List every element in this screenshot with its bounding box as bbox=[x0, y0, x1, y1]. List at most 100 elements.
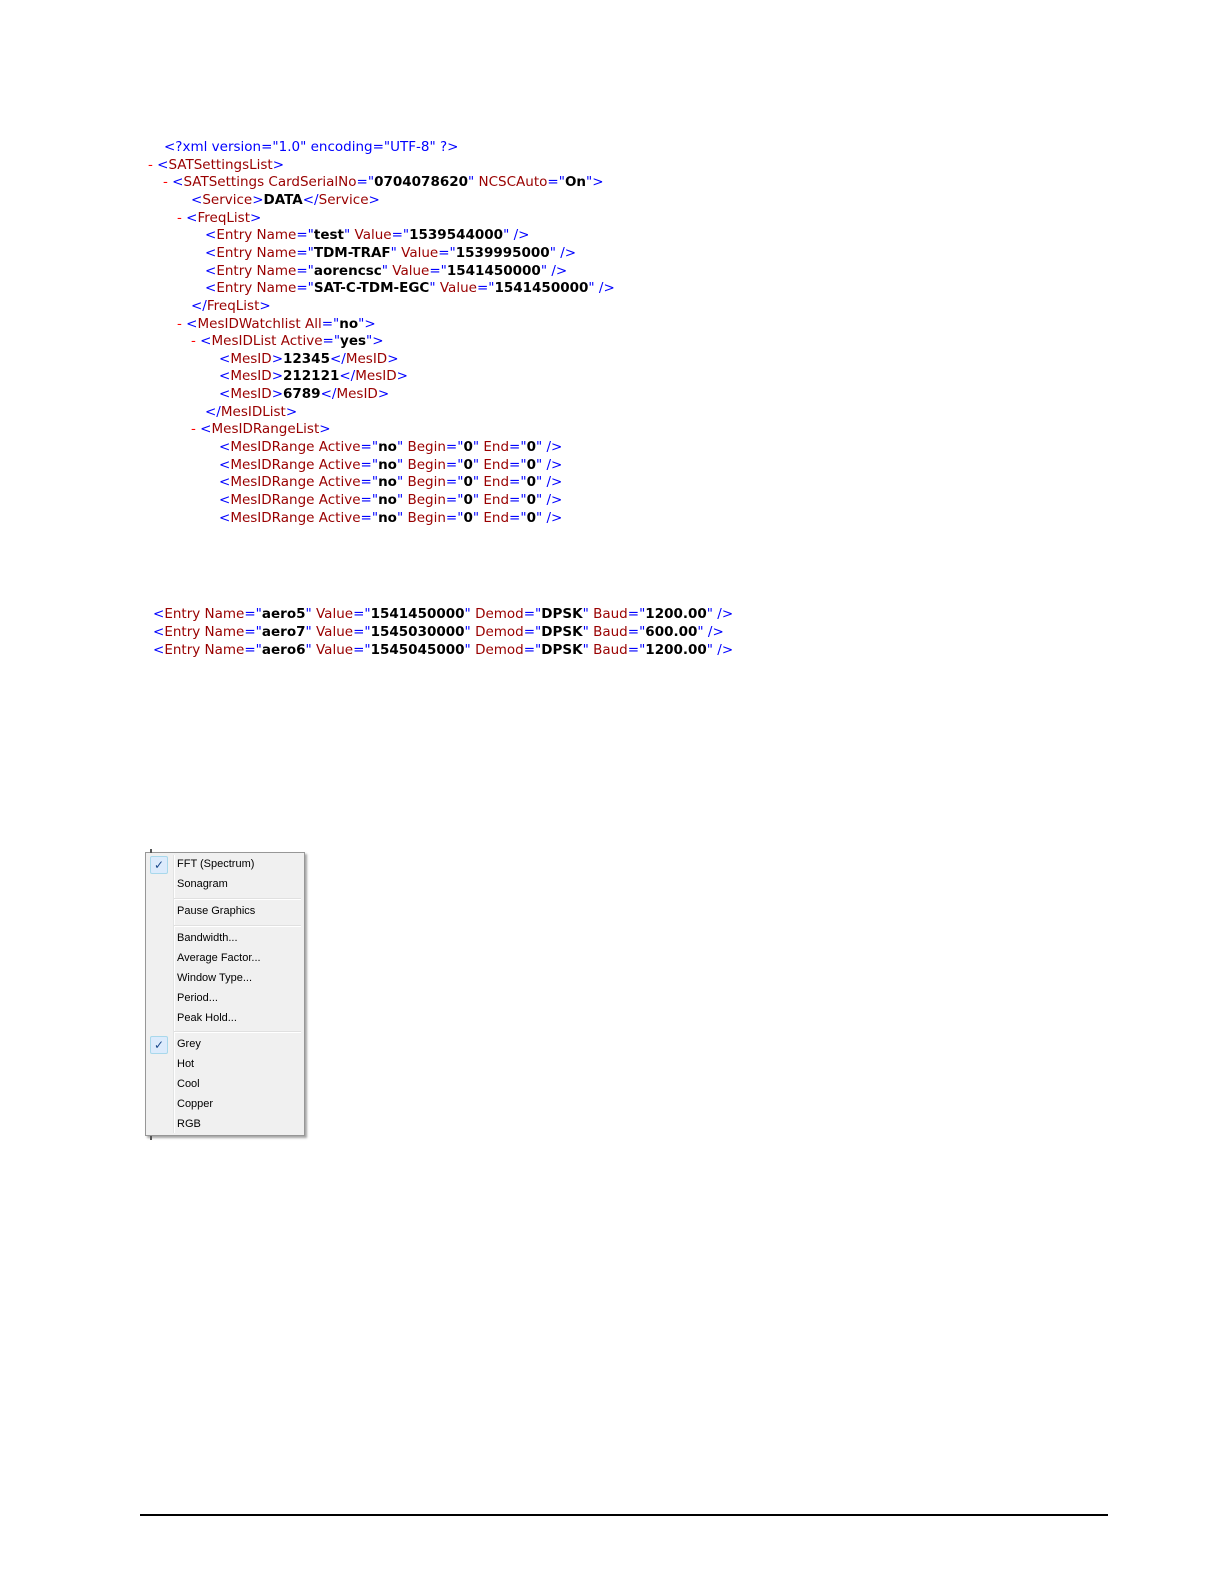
menu-item-average-factor[interactable]: Average Factor... bbox=[148, 949, 302, 969]
menu-item-sonagram[interactable]: Sonagram bbox=[148, 875, 302, 895]
xml-token: =" bbox=[445, 439, 464, 456]
xml-token: =" bbox=[244, 606, 262, 622]
xml-token: Name bbox=[204, 606, 245, 622]
menu-item-copper[interactable]: Copper bbox=[148, 1095, 302, 1115]
xml-token: Entry bbox=[216, 227, 257, 244]
xml-token: 0 bbox=[463, 439, 473, 456]
xml-token: no bbox=[378, 509, 397, 526]
xml-token: =" bbox=[445, 456, 464, 473]
xml-token: < bbox=[172, 174, 184, 191]
xml-token: MesID bbox=[355, 368, 397, 385]
xml-token: < bbox=[200, 421, 212, 438]
xml-token: Begin bbox=[407, 492, 446, 508]
menu-item-grey[interactable]: ✓ Grey bbox=[148, 1035, 302, 1055]
xml-token: MesIDRangeList bbox=[211, 421, 320, 438]
xml-token: Name bbox=[204, 642, 245, 658]
xml-token: Begin bbox=[407, 509, 446, 526]
xml-token: 0 bbox=[526, 474, 536, 491]
xml-token: 212121 bbox=[283, 368, 340, 385]
xml-token: =" bbox=[523, 642, 542, 658]
menu-item-fft-spectrum[interactable]: ✓ FFT (Spectrum) bbox=[148, 855, 302, 875]
xml-token: Service bbox=[318, 191, 369, 208]
xml-token: =" bbox=[360, 474, 379, 491]
xml-token: =" bbox=[353, 606, 371, 622]
xml-token: "> bbox=[358, 315, 376, 332]
xml-token: " bbox=[390, 244, 402, 261]
xml-line: </FreqList> bbox=[191, 297, 271, 315]
xml-token: 0 bbox=[526, 456, 536, 473]
menu-item-window-type[interactable]: Window Type... bbox=[148, 969, 302, 989]
xml-token: =" bbox=[445, 509, 464, 526]
xml-token: 0 bbox=[526, 492, 536, 508]
menu-item-pause-graphics[interactable]: Pause Graphics bbox=[148, 902, 302, 922]
menu-item-cool[interactable]: Cool bbox=[148, 1075, 302, 1095]
xml-token: aero7 bbox=[261, 624, 306, 640]
xml-token: 1539544000 bbox=[409, 227, 504, 244]
xml-token: MesIDList bbox=[211, 333, 281, 350]
xml-token: =" bbox=[438, 244, 456, 261]
xml-token: =" bbox=[627, 606, 646, 622]
window-edge-mark bbox=[150, 1136, 152, 1140]
xml-token: 1200.00 bbox=[645, 642, 707, 658]
xml-token: Active bbox=[318, 509, 361, 526]
xml-line: <?xml version="1.0" encoding="UTF-8" ?> bbox=[164, 138, 458, 156]
xml-token: Name bbox=[256, 262, 297, 279]
xml-token: MesIDList bbox=[220, 403, 286, 420]
xml-token: =" bbox=[360, 439, 379, 456]
xml-token: </ bbox=[339, 368, 356, 385]
xml-token: " /> bbox=[535, 439, 563, 456]
collapse-toggle[interactable]: - bbox=[163, 174, 172, 190]
xml-token: " bbox=[472, 509, 484, 526]
xml-token: End bbox=[483, 439, 510, 456]
xml-token: < bbox=[219, 368, 231, 385]
collapse-toggle[interactable]: - bbox=[177, 210, 186, 226]
xml-token: Baud bbox=[593, 624, 628, 640]
menu-item-label: Cool bbox=[177, 1078, 200, 1090]
xml-token: < bbox=[205, 227, 217, 244]
menu-item-bandwidth[interactable]: Bandwidth... bbox=[148, 929, 302, 949]
menu-item-label: FFT (Spectrum) bbox=[177, 858, 255, 870]
xml-line: - <MesIDList Active="yes"> bbox=[191, 332, 384, 350]
xml-token: SATSettingsList bbox=[168, 156, 273, 173]
collapse-toggle[interactable]: - bbox=[191, 333, 200, 349]
xml-token: " /> bbox=[706, 642, 734, 658]
xml-token: Entry bbox=[216, 262, 257, 279]
xml-token: Demod bbox=[475, 606, 524, 622]
menu-item-period[interactable]: Period... bbox=[148, 989, 302, 1009]
xml-token: DATA bbox=[263, 191, 303, 208]
xml-token: < bbox=[200, 333, 212, 350]
xml-token: " /> bbox=[535, 456, 563, 473]
xml-token: 0 bbox=[463, 492, 473, 508]
menu-item-rgb[interactable]: RGB bbox=[148, 1115, 302, 1135]
xml-token: FreqList bbox=[206, 297, 260, 314]
xml-token: < bbox=[157, 156, 169, 173]
xml-token: =" bbox=[429, 262, 447, 279]
xml-token: MesID bbox=[230, 368, 272, 385]
xml-line: - <SATSettings CardSerialNo="0704078620"… bbox=[163, 173, 604, 191]
collapse-toggle[interactable]: - bbox=[177, 316, 186, 332]
xml-token: =" bbox=[296, 227, 314, 244]
xml-token: Value bbox=[439, 280, 477, 297]
menu-item-label: Average Factor... bbox=[177, 952, 261, 964]
xml-token: < bbox=[219, 350, 231, 367]
xml-token: Name bbox=[256, 244, 297, 261]
collapse-toggle[interactable]: - bbox=[148, 157, 157, 173]
collapse-toggle[interactable]: - bbox=[191, 421, 200, 437]
xml-token: < bbox=[219, 492, 231, 508]
xml-token: =" bbox=[296, 262, 314, 279]
xml-token: MesIDRange bbox=[230, 509, 319, 526]
xml-line: <Entry Name="TDM-TRAF" Value="1539995000… bbox=[205, 244, 576, 262]
xml-token: =" bbox=[476, 280, 495, 297]
xml-token: < bbox=[219, 509, 231, 526]
menu-item-hot[interactable]: Hot bbox=[148, 1055, 302, 1075]
xml-token: 1539995000 bbox=[455, 244, 550, 261]
xml-token: Baud bbox=[593, 642, 628, 658]
xml-token: Active bbox=[318, 439, 361, 456]
menu-item-peak-hold[interactable]: Peak Hold... bbox=[148, 1009, 302, 1029]
xml-line: <MesID>212121</MesID> bbox=[219, 367, 408, 385]
xml-line: <Entry Name="aorencsc" Value="1541450000… bbox=[205, 262, 567, 280]
xml-line: <Entry Name="aero5" Value="1541450000" D… bbox=[153, 605, 733, 623]
xml-token: " bbox=[344, 227, 355, 244]
xml-token: " bbox=[305, 624, 316, 640]
xml-token: =" bbox=[509, 456, 527, 473]
